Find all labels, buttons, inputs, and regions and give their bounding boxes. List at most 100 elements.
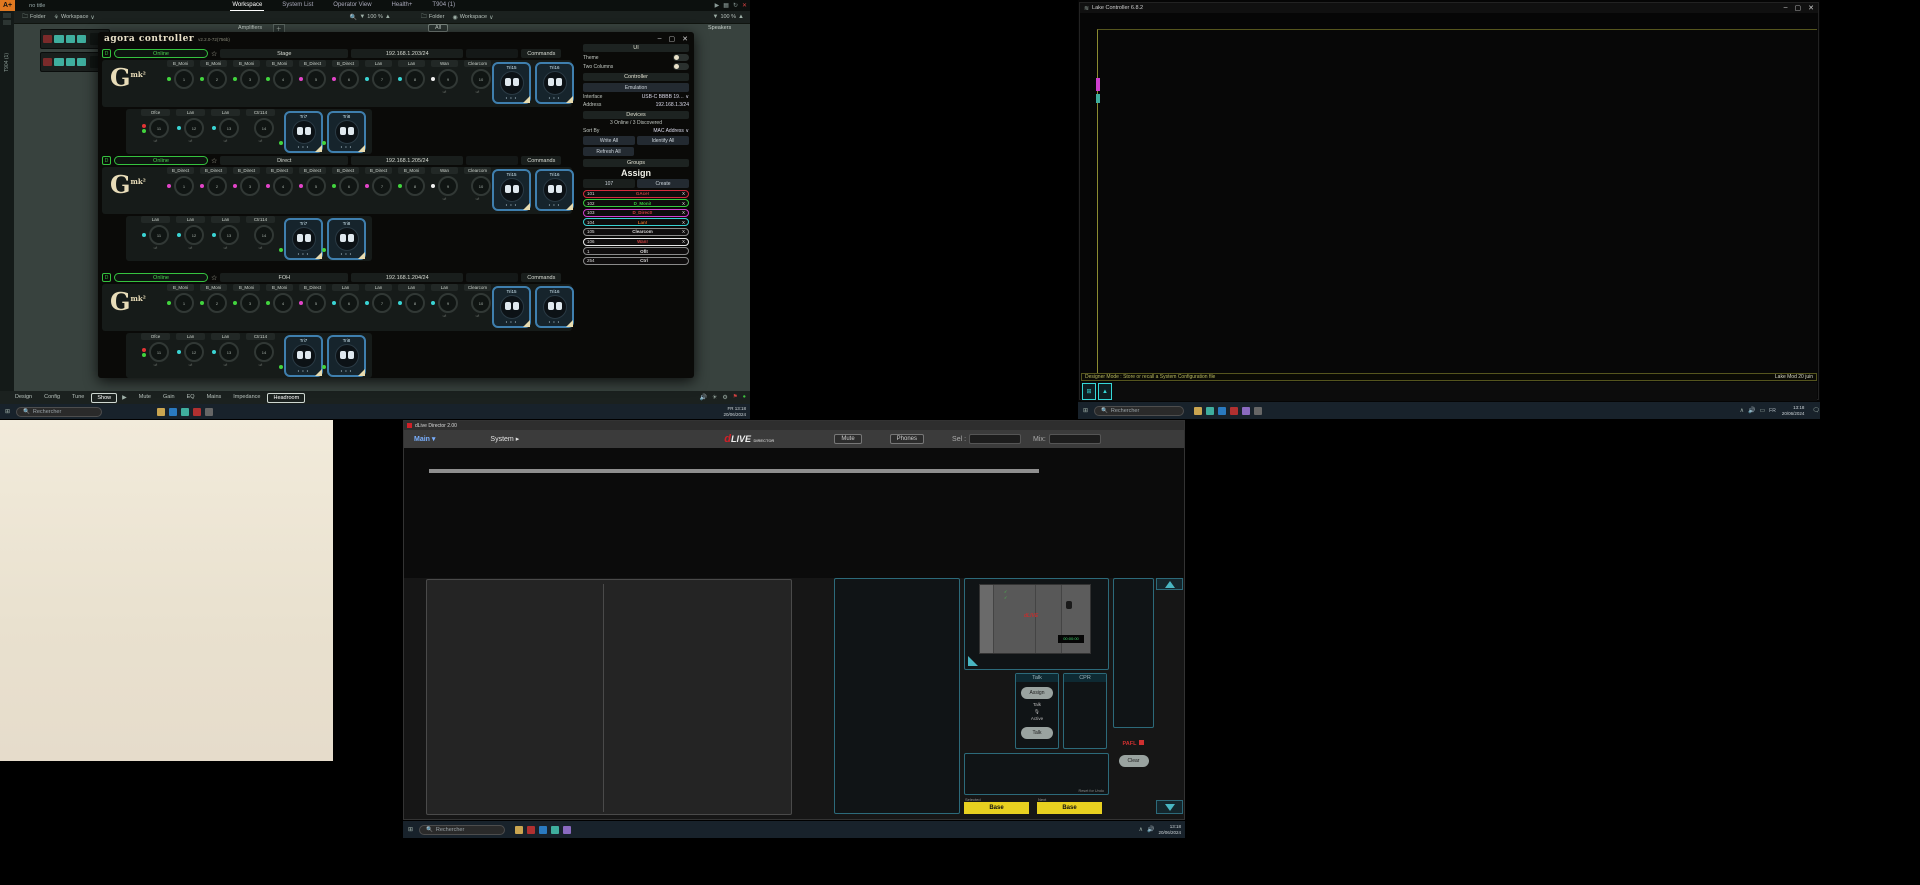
speaker-knob[interactable]: 9 <box>438 69 458 89</box>
start-button[interactable]: ⊞ <box>5 408 10 415</box>
channel-1[interactable]: B_Moni1 <box>164 284 197 313</box>
channel-1[interactable]: B_Direct1 <box>164 167 197 196</box>
pafl-clear-button[interactable]: Clear <box>1119 755 1149 767</box>
channel-8[interactable]: B_Moni8 <box>395 167 428 196</box>
speaker-icon[interactable]: 🔊 <box>699 394 706 401</box>
speaker-knob[interactable]: 12 <box>184 225 204 245</box>
scene-tab-selected[interactable]: Base <box>964 802 1029 814</box>
taskbar-tray[interactable]: FR 13:18 20/06/2024 <box>723 406 746 416</box>
talk-assign-button[interactable]: Assign <box>1021 687 1053 699</box>
channel-2[interactable]: B_Direct2 <box>197 167 230 196</box>
create-group-button[interactable]: Create <box>637 179 689 188</box>
group-row-105[interactable]: 105ClearcomX <box>583 228 689 236</box>
interface-value[interactable]: USB-C BBBB 19… ∨ <box>642 94 689 100</box>
minimize-icon[interactable]: – <box>658 35 662 43</box>
speaker-knob[interactable]: 13 <box>219 342 239 362</box>
channel-6[interactable]: Lan6 <box>329 284 362 313</box>
speaker-tile-tri7[interactable]: Tri7• • • <box>284 111 323 153</box>
host-tab-health-[interactable]: Health+ <box>390 0 415 11</box>
speaker-knob[interactable]: 10 <box>471 176 491 196</box>
app-icon[interactable] <box>1206 407 1214 415</box>
speaker-knob[interactable]: 4 <box>273 69 293 89</box>
channel-5[interactable]: B_Direct5 <box>296 284 329 313</box>
search-input[interactable]: 🔍 Rechercher <box>1094 406 1184 416</box>
speaker-tile-tri16[interactable]: Tri16• • • <box>535 62 574 104</box>
speaker-knob[interactable]: 2 <box>207 176 227 196</box>
speaker-knob[interactable]: 7 <box>372 293 392 313</box>
app-icon[interactable] <box>1254 407 1262 415</box>
explorer-icon[interactable] <box>157 408 165 416</box>
speaker-knob[interactable]: 11 <box>149 225 169 245</box>
app-icon[interactable] <box>551 826 559 834</box>
speaker-knob[interactable]: 5 <box>306 176 326 196</box>
view-tab-impedance[interactable]: Impedance <box>228 393 265 403</box>
search-input[interactable]: 🔍 Rechercher <box>16 407 102 417</box>
speaker-knob[interactable]: 11 <box>149 342 169 362</box>
speaker-knob[interactable]: 10 <box>471 69 491 89</box>
speaker-knob[interactable]: 13 <box>219 118 239 138</box>
app-icon[interactable] <box>563 826 571 834</box>
tab-system[interactable]: System ▸ <box>490 435 519 443</box>
folder-button-left[interactable]: 🗀 Folder <box>22 12 46 22</box>
channel-11[interactable]: Ofce11u/i <box>138 109 173 143</box>
sync-icon[interactable]: ↻ <box>733 2 738 9</box>
speaker-tile-tri16[interactable]: Tri16• • • <box>535 169 574 211</box>
channel-3[interactable]: B_Direct3 <box>230 167 263 196</box>
channel-9[interactable]: Wan9u/i <box>428 167 461 201</box>
speaker-knob[interactable]: 2 <box>207 69 227 89</box>
speaker-knob[interactable]: 4 <box>273 293 293 313</box>
grid-icon[interactable]: ▦ <box>723 2 729 9</box>
zoom-controls-right[interactable]: ▼100 %▲ <box>712 14 744 20</box>
mix-field[interactable] <box>1049 434 1101 444</box>
tab-main[interactable]: Main ▾ <box>414 435 435 443</box>
channel-2[interactable]: B_Moni2 <box>197 284 230 313</box>
start-button[interactable]: ⊞ <box>408 826 413 833</box>
app-icon[interactable] <box>169 408 177 416</box>
host-tab-t904-1-[interactable]: T904 (1) <box>430 0 457 11</box>
channel-14[interactable]: Ctr11414u/i <box>243 333 278 367</box>
brightness-icon[interactable]: ☀ <box>712 394 717 401</box>
channel-8[interactable]: Lan8 <box>395 60 428 89</box>
channel-12[interactable]: Lan12u/i <box>173 109 208 143</box>
channel-11[interactable]: Lan11u/i <box>138 216 173 250</box>
close-icon[interactable]: ✕ <box>1808 4 1814 12</box>
emulation-button[interactable]: Emulation <box>583 83 689 92</box>
channel-10[interactable]: Clearcom10u/i <box>461 60 494 94</box>
group-row-104[interactable]: 104Lan!X <box>583 218 689 226</box>
speaker-knob[interactable]: 5 <box>306 69 326 89</box>
maximize-icon[interactable]: ▢ <box>1795 4 1802 12</box>
channel-9[interactable]: Wan9u/i <box>428 60 461 94</box>
close-icon[interactable]: ✕ <box>682 35 688 43</box>
remove-group-button[interactable]: X <box>682 210 685 215</box>
play-icon[interactable]: ▶ <box>715 2 720 9</box>
phones-button[interactable]: Phones <box>890 434 924 444</box>
commands-button[interactable]: Commands <box>521 156 561 165</box>
speaker-knob[interactable]: 8 <box>405 176 425 196</box>
workflow-tab-tune[interactable]: Tune <box>67 393 89 403</box>
speaker-knob[interactable]: 3 <box>240 176 260 196</box>
speaker-knob[interactable]: 7 <box>372 176 392 196</box>
channel-9[interactable]: Lan9u/i <box>428 284 461 318</box>
group-row-1[interactable]: 1Oflt <box>583 247 689 255</box>
channel-3[interactable]: B_Moni3 <box>230 284 263 313</box>
folder-button-right[interactable]: 🗀 Folder <box>421 12 445 22</box>
maximize-icon[interactable]: ▢ <box>669 35 676 43</box>
workflow-tab-design[interactable]: Design <box>10 393 37 403</box>
notifications-icon[interactable]: 🗨 <box>1812 407 1820 414</box>
channel-7[interactable]: Lan7 <box>362 284 395 313</box>
speaker-knob[interactable]: 8 <box>405 293 425 313</box>
channel-1[interactable]: B_Moni1 <box>164 60 197 89</box>
identify-all-button[interactable]: Identify All <box>637 136 689 145</box>
taskbar-tray[interactable]: ∧🔊 13:18 20/06/2024 <box>1139 824 1185 834</box>
refresh-all-button[interactable]: Refresh All <box>583 147 634 156</box>
view-tab-mains[interactable]: Mains <box>202 393 227 403</box>
minimize-icon[interactable]: – <box>1784 4 1788 12</box>
workspace-select-right[interactable]: ◉ Workspace∨ <box>452 14 493 21</box>
remove-group-button[interactable]: X <box>682 239 685 244</box>
channel-12[interactable]: Lan12u/i <box>173 216 208 250</box>
favorite-icon[interactable]: ☆ <box>211 157 217 165</box>
host-tab-operator-view[interactable]: Operator View <box>331 0 373 11</box>
speaker-knob[interactable]: 7 <box>372 69 392 89</box>
speaker-tile-tri15[interactable]: Tri15• • • <box>492 169 531 211</box>
explorer-icon[interactable] <box>1194 407 1202 415</box>
